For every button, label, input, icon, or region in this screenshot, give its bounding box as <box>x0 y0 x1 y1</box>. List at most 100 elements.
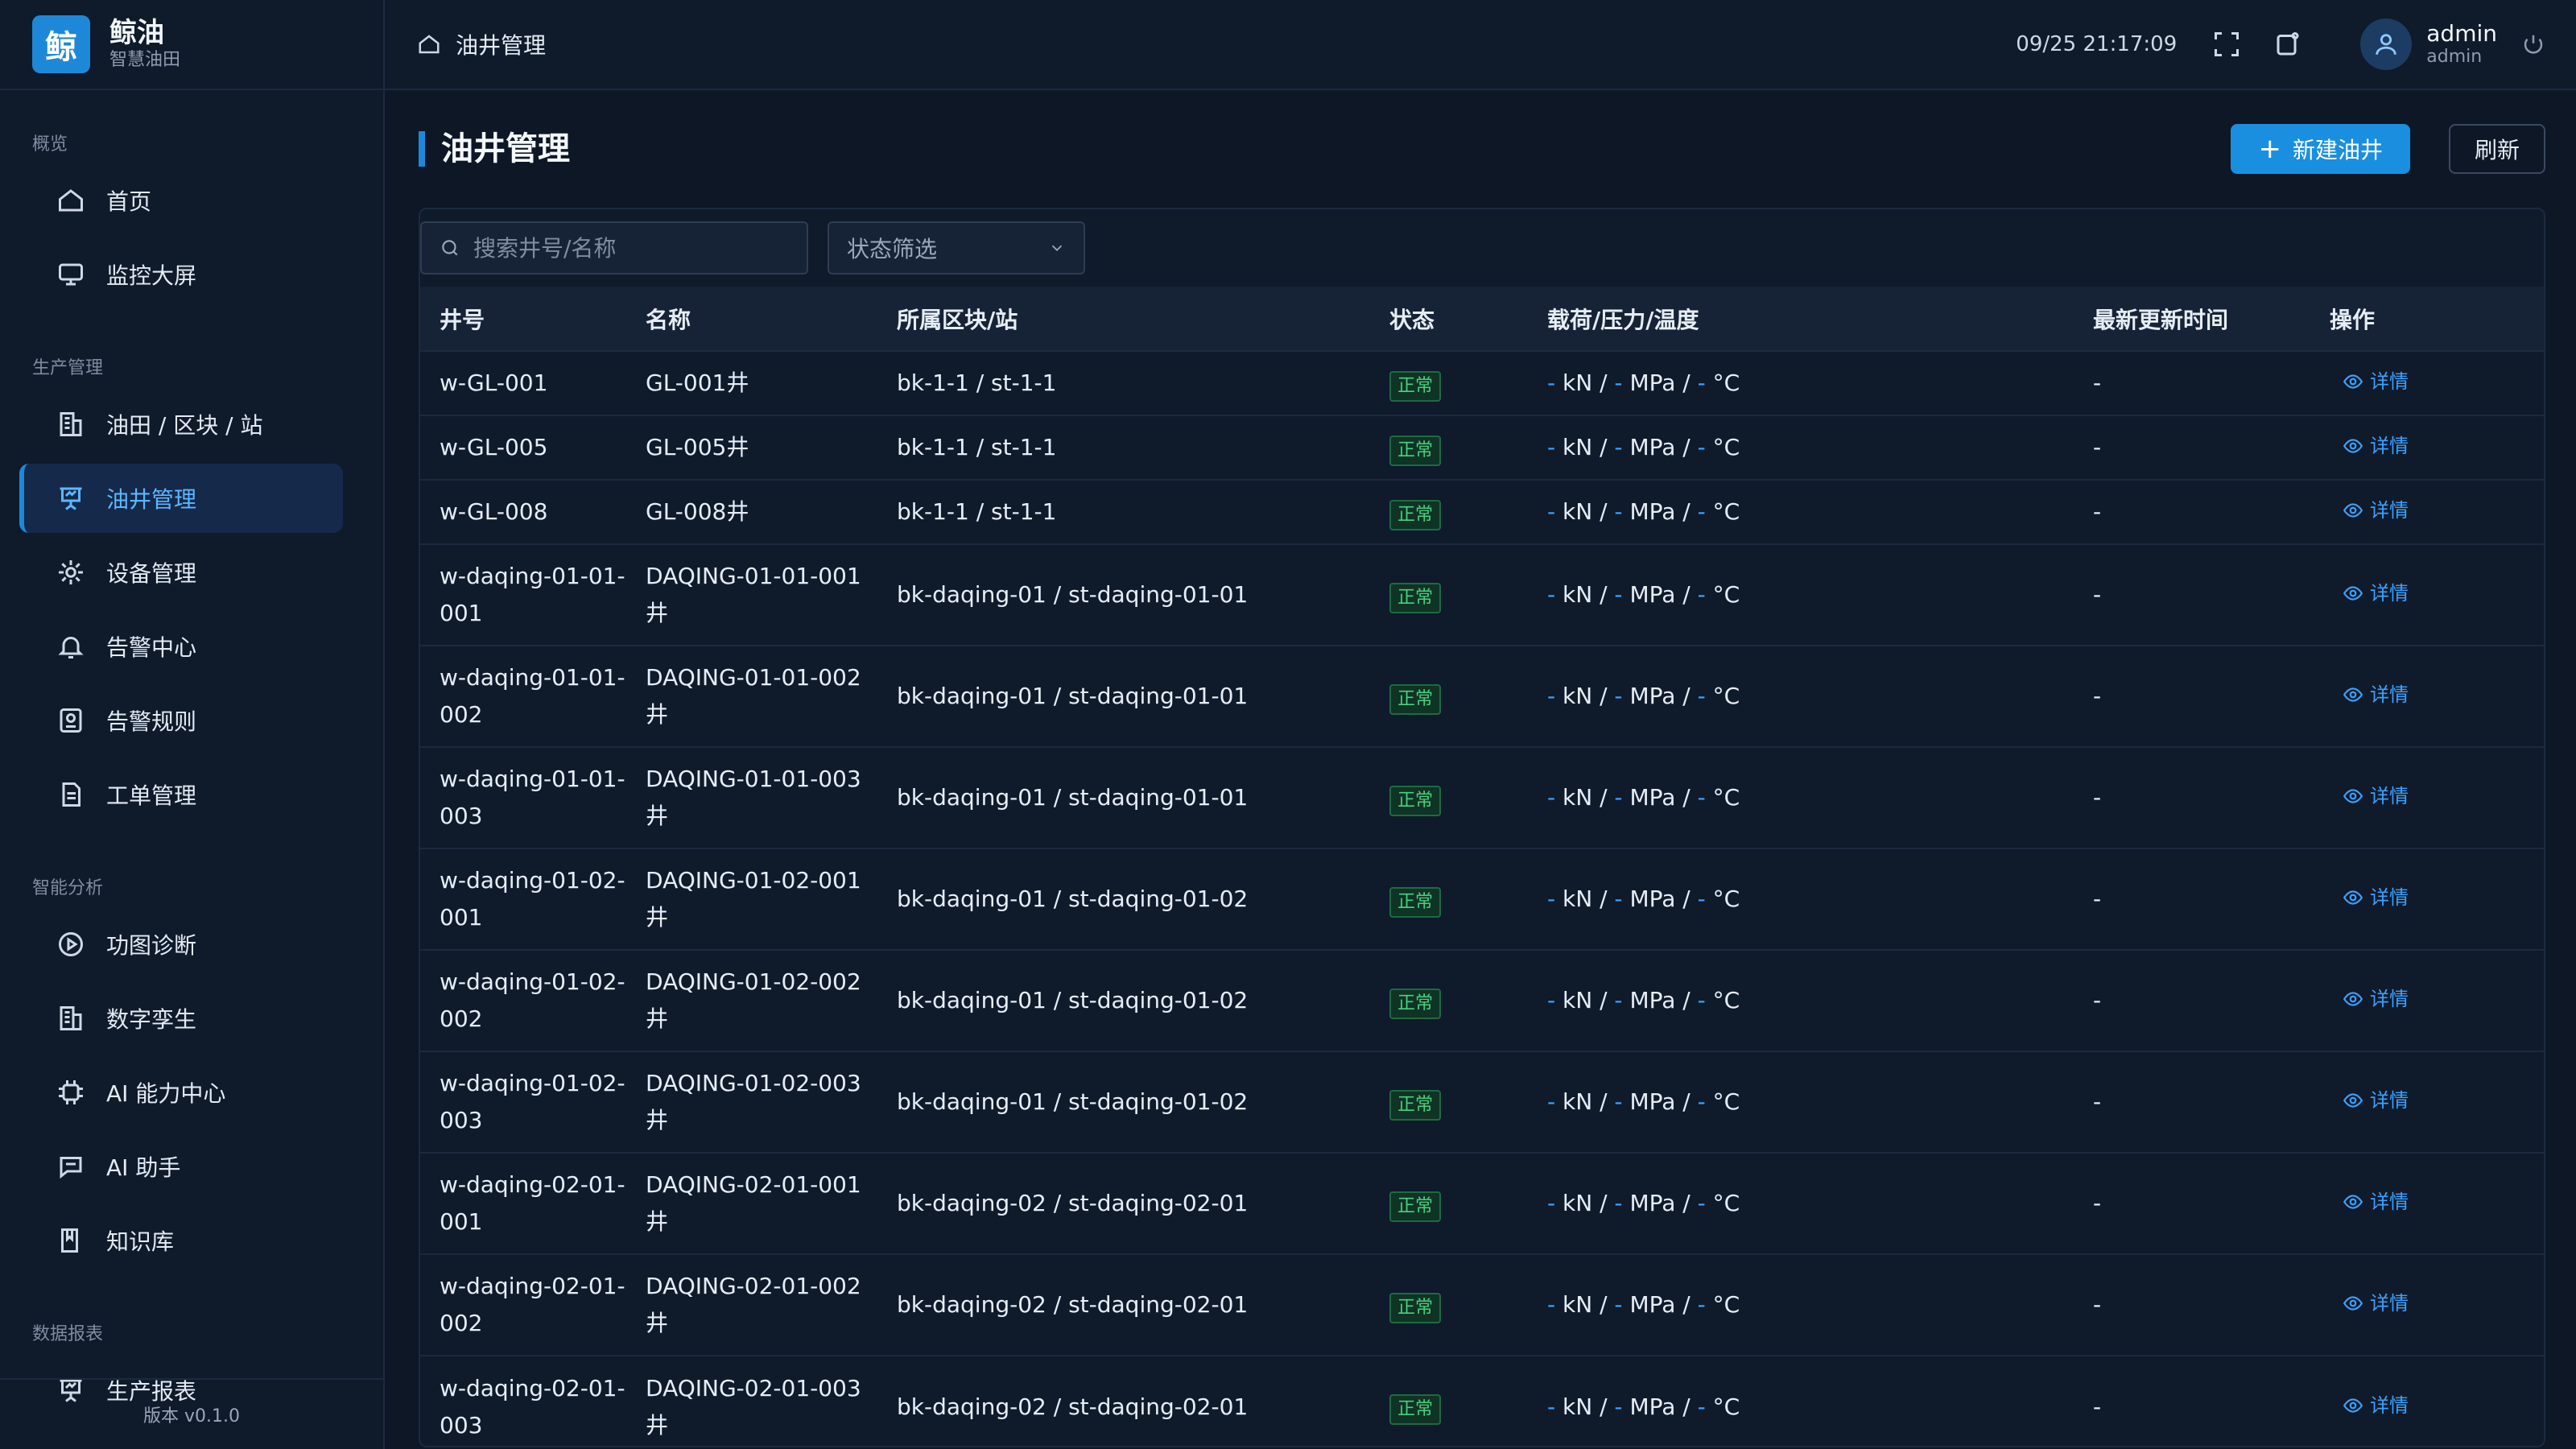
sidebar-item[interactable]: 功图诊断 <box>19 910 343 979</box>
new-well-button[interactable]: + 新建油井 <box>2231 124 2410 174</box>
pressure-value: - <box>1614 784 1623 811</box>
detail-link[interactable]: 详情 <box>2343 1082 2409 1119</box>
table-row[interactable]: w-daqing-01-02-001 DAQING-01-02-001井 bk-da… <box>420 848 2544 950</box>
sidebar-item[interactable]: 工单管理 <box>19 760 343 829</box>
sidebar-item[interactable]: 告警规则 <box>19 686 343 755</box>
sidebar-item[interactable]: 油田 / 区块 / 站 <box>19 390 343 459</box>
table-row[interactable]: w-daqing-01-02-003 DAQING-01-02-003井 bk-da… <box>420 1051 2544 1153</box>
column-header: 所属区块/站 <box>877 287 1370 351</box>
metrics-cell: - kN / - MPa / - °C <box>1528 543 2074 646</box>
nav-group: 智能分析 功图诊断 数字孪生 AI 能力中心 AI 助手 知识库 <box>0 834 383 1275</box>
breadcrumb-current[interactable]: 油井管理 <box>456 28 546 60</box>
sidebar-item[interactable]: 数字孪生 <box>19 984 343 1053</box>
search-box[interactable] <box>420 221 808 275</box>
table-row[interactable]: w-daqing-01-01-002 DAQING-01-01-002井 bk-da… <box>420 645 2544 747</box>
status-cell: 正常 <box>1370 543 1528 646</box>
status-filter-select[interactable]: 状态筛选 <box>828 221 1085 275</box>
table-row[interactable]: w-GL-008 GL-008井 bk-1-1 / st-1-1 正常 - kN / -… <box>420 479 2544 544</box>
logout-icon[interactable] <box>2521 32 2545 56</box>
load-value: - <box>1547 1291 1556 1318</box>
station-cell: bk-daqing-02 / st-daqing-02-01 <box>877 1152 1370 1254</box>
metrics-cell: - kN / - MPa / - °C <box>1528 645 2074 747</box>
detail-link[interactable]: 详情 <box>2343 575 2409 612</box>
action-cell: 详情 <box>2310 1355 2544 1446</box>
sidebar-item[interactable]: 告警中心 <box>19 612 343 681</box>
updated-cell: - <box>2074 479 2310 544</box>
status-cell: 正常 <box>1370 949 1528 1051</box>
document-icon <box>62 782 80 807</box>
table-row[interactable]: w-GL-005 GL-005井 bk-1-1 / st-1-1 正常 - kN / -… <box>420 415 2544 480</box>
topbar: 油井管理 09/25 21:17:09 admin admin <box>385 0 2576 90</box>
well-id-cell: w-GL-008 <box>420 479 626 544</box>
detail-link[interactable]: 详情 <box>2343 676 2409 713</box>
sidebar-item[interactable]: AI 助手 <box>19 1132 343 1201</box>
temperature-unit: °C <box>1712 1291 1740 1318</box>
eye-icon <box>2343 439 2363 453</box>
metrics-cell: - kN / - MPa / - °C <box>1528 848 2074 950</box>
bell-icon <box>58 637 84 658</box>
station-cell: bk-daqing-01 / st-daqing-01-02 <box>877 1051 1370 1153</box>
detail-link[interactable]: 详情 <box>2343 778 2409 815</box>
sidebar-item[interactable]: 知识库 <box>19 1206 343 1275</box>
load-unit: kN / <box>1563 1291 1608 1318</box>
presentation-icon <box>60 487 82 510</box>
table-row[interactable]: w-daqing-02-01-003 DAQING-02-01-003井 bk-da… <box>420 1355 2544 1446</box>
table-row[interactable]: w-daqing-01-01-003 DAQING-01-01-003井 bk-da… <box>420 746 2544 848</box>
detail-link[interactable]: 详情 <box>2343 879 2409 916</box>
sidebar-item[interactable]: 油井管理 <box>19 464 343 533</box>
updated-cell: - <box>2074 1152 2310 1254</box>
pressure-unit: MPa / <box>1629 683 1690 709</box>
table-row[interactable]: w-daqing-02-01-001 DAQING-02-01-001井 bk-da… <box>420 1152 2544 1254</box>
eye-icon <box>2343 1397 2363 1413</box>
detail-link[interactable]: 详情 <box>2343 1387 2409 1424</box>
detail-link[interactable]: 详情 <box>2343 492 2409 529</box>
search-icon <box>442 240 458 256</box>
sidebar-item[interactable]: AI 能力中心 <box>19 1058 343 1127</box>
detail-link[interactable]: 详情 <box>2343 1183 2409 1220</box>
metrics-cell: - kN / - MPa / - °C <box>1528 1051 2074 1153</box>
pressure-unit: MPa / <box>1629 434 1690 460</box>
well-id-cell: w-daqing-01-01-003 <box>420 746 626 848</box>
metrics-cell: - kN / - MPa / - °C <box>1528 415 2074 480</box>
search-input[interactable] <box>473 234 795 262</box>
action-cell: 详情 <box>2310 479 2544 544</box>
detail-link[interactable]: 详情 <box>2343 980 2409 1018</box>
main-area: 油井管理 09/25 21:17:09 admin admin 油井管理 + 新… <box>385 0 2576 1449</box>
table-row[interactable]: w-GL-001 GL-001井 bk-1-1 / st-1-1 正常 - kN / -… <box>420 350 2544 415</box>
pressure-value: - <box>1614 1088 1623 1115</box>
table-row[interactable]: w-daqing-01-01-001 DAQING-01-01-001井 bk-da… <box>420 543 2544 646</box>
avatar[interactable] <box>2360 19 2413 70</box>
table-row[interactable]: w-daqing-01-02-002 DAQING-01-02-002井 bk-da… <box>420 949 2544 1051</box>
window-icon[interactable] <box>2273 30 2302 59</box>
action-cell: 详情 <box>2310 746 2544 848</box>
eye-icon <box>2343 503 2363 518</box>
sidebar-item[interactable]: 首页 <box>19 166 343 235</box>
status-badge: 正常 <box>1389 1191 1442 1222</box>
fullscreen-icon[interactable] <box>2212 30 2241 59</box>
sidebar-item[interactable]: 监控大屏 <box>19 240 343 309</box>
sidebar-item-label: 告警规则 <box>106 708 197 735</box>
well-name-cell: DAQING-01-01-003井 <box>626 746 877 848</box>
action-cell: 详情 <box>2310 350 2544 415</box>
station-cell: bk-1-1 / st-1-1 <box>877 479 1370 544</box>
plus-icon: + <box>2258 133 2281 165</box>
detail-link[interactable]: 详情 <box>2343 1285 2409 1322</box>
station-cell: bk-daqing-01 / st-daqing-01-01 <box>877 746 1370 848</box>
sidebar-item[interactable]: 设备管理 <box>19 538 343 607</box>
pressure-unit: MPa / <box>1629 886 1690 912</box>
updated-cell: - <box>2074 949 2310 1051</box>
table-body: w-GL-001 GL-001井 bk-1-1 / st-1-1 正常 - kN / -… <box>420 350 2544 1446</box>
user-name[interactable]: admin <box>2426 21 2497 47</box>
well-id-cell: w-daqing-01-02-003 <box>420 1051 626 1153</box>
status-badge: 正常 <box>1389 499 1442 530</box>
column-header: 井号 <box>420 287 626 351</box>
table-row[interactable]: w-daqing-02-01-002 DAQING-02-01-002井 bk-da… <box>420 1253 2544 1356</box>
detail-link[interactable]: 详情 <box>2343 363 2409 400</box>
detail-link[interactable]: 详情 <box>2343 427 2409 464</box>
status-cell: 正常 <box>1370 1355 1528 1446</box>
refresh-button[interactable]: 刷新 <box>2448 124 2545 174</box>
temperature-value: - <box>1697 784 1706 811</box>
nav-group-title: 概览 <box>32 134 68 155</box>
temperature-unit: °C <box>1712 683 1740 709</box>
user-role: admin <box>2426 47 2483 67</box>
